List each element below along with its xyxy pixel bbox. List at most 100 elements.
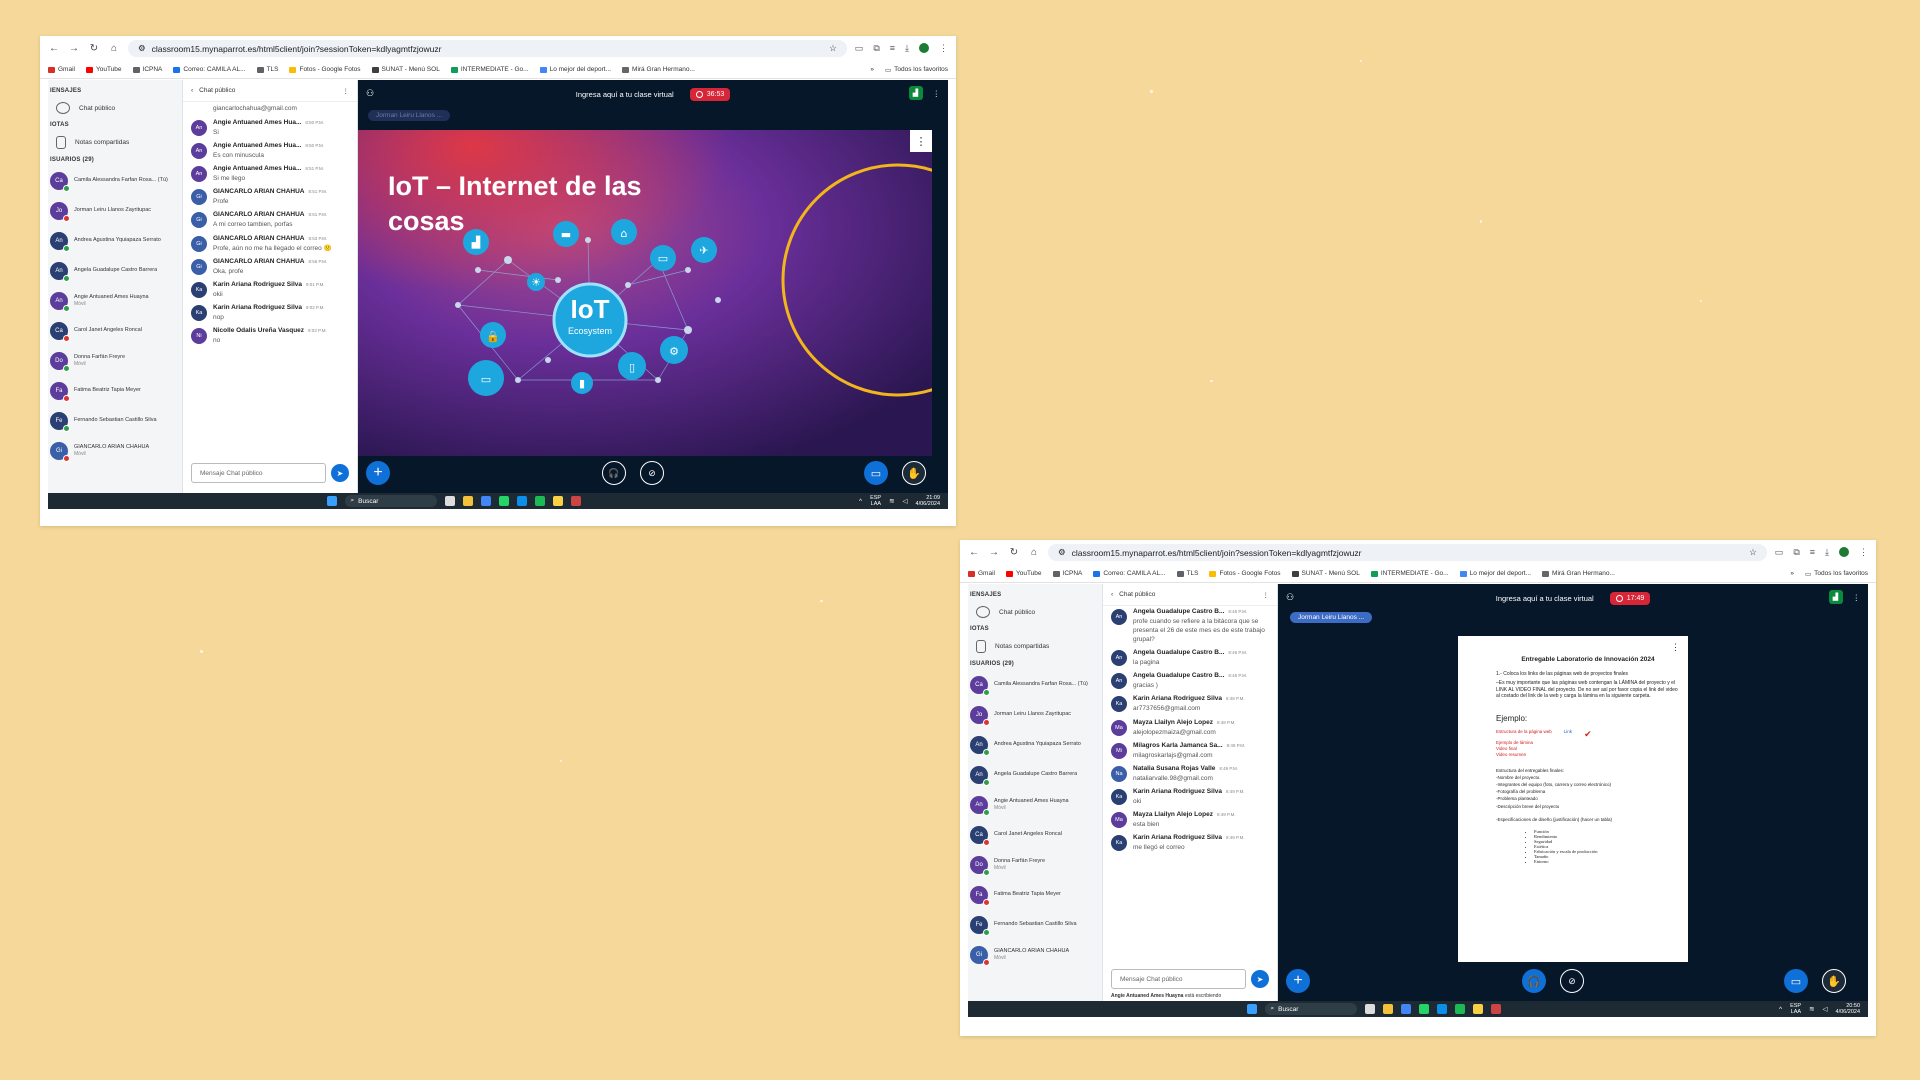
extensions-icon[interactable]: ⧉ bbox=[873, 43, 879, 54]
bookmark-item[interactable]: SUNAT - Menú SOL bbox=[371, 66, 440, 73]
user-list-item[interactable]: Fa Fatima Beatriz Tapia Meyer bbox=[968, 880, 1102, 910]
sidebar-item-shared-notes[interactable]: Notas compartidas bbox=[968, 635, 1102, 658]
file-explorer-icon[interactable] bbox=[1382, 1004, 1393, 1014]
headphones-icon[interactable]: 🎧 bbox=[602, 461, 626, 485]
user-list-item[interactable]: Ca Camila Alessandra Farfan Rosa... (Tú) bbox=[968, 670, 1102, 700]
cast-icon[interactable]: ▭ bbox=[855, 43, 864, 54]
screen-share-icon[interactable]: ▭ bbox=[1784, 969, 1808, 993]
user-list-item[interactable]: An Angela Guadalupe Castro Barrera bbox=[48, 256, 182, 286]
send-button[interactable]: ➤ bbox=[331, 464, 349, 482]
language-indicator[interactable]: ESP LAA bbox=[1790, 1003, 1801, 1015]
volume-icon[interactable]: ◁ bbox=[903, 497, 908, 505]
language-indicator[interactable]: ESP LAA bbox=[870, 495, 881, 507]
reload-icon[interactable]: ↻ bbox=[88, 43, 100, 54]
bookmark-item[interactable]: Gmail bbox=[48, 66, 75, 73]
user-list-item[interactable]: Do Donna Farfán Freyre Móvil bbox=[968, 850, 1102, 880]
recording-timer[interactable]: 17:49 bbox=[1609, 591, 1651, 605]
wifi-icon[interactable]: ≋ bbox=[889, 497, 894, 505]
user-list-item[interactable]: Ca Carol Janet Angeles Roncal bbox=[48, 316, 182, 346]
all-bookmarks[interactable]: ▭ Todos los favoritos bbox=[885, 66, 948, 74]
volume-icon[interactable]: ◁ bbox=[1823, 1005, 1828, 1013]
chevron-left-icon[interactable]: ‹ bbox=[1111, 591, 1113, 598]
clock[interactable]: 21:09 4/06/2024 bbox=[916, 495, 940, 507]
tray-chevron-icon[interactable]: ^ bbox=[859, 498, 862, 505]
chrome-icon[interactable] bbox=[1400, 1004, 1411, 1014]
headphones-icon[interactable]: 🎧 bbox=[1522, 969, 1546, 993]
user-list-item[interactable]: Jo Jorman Leiru Llanos Zayritupac bbox=[968, 700, 1102, 730]
notes-app-icon[interactable] bbox=[1472, 1004, 1483, 1014]
bookmark-item[interactable]: INTERMEDIATE - Go... bbox=[450, 66, 529, 73]
chrome-icon[interactable] bbox=[480, 496, 491, 506]
address-bar[interactable]: ⚙ classroom15.mynaparrot.es/html5client/… bbox=[1048, 544, 1767, 561]
user-list-item[interactable]: Jo Jorman Leiru Llanos Zayritupac bbox=[48, 196, 182, 226]
bookmark-item[interactable]: TLS bbox=[256, 66, 278, 73]
slide-menu-icon[interactable]: ⋮ bbox=[916, 136, 927, 148]
user-list-item[interactable]: An Andrea Agustina Yquiapaza Serrato bbox=[968, 730, 1102, 760]
forward-icon[interactable]: → bbox=[68, 43, 80, 54]
bookmark-item[interactable]: ICPNA bbox=[1052, 570, 1082, 577]
all-bookmarks[interactable]: ▭ Todos los favoritos bbox=[1805, 570, 1868, 578]
more-icon[interactable]: ⋮ bbox=[343, 87, 350, 95]
taskbar-search[interactable]: ⌕ Buscar bbox=[344, 495, 437, 507]
more-icon[interactable]: ⋮ bbox=[939, 43, 948, 54]
user-list-item[interactable]: An Angie Antuaned Ames Huayna Móvil bbox=[968, 790, 1102, 820]
file-explorer-icon[interactable] bbox=[462, 496, 473, 506]
user-list-item[interactable]: Gi GIANCARLO ARIAN CHAHUA Móvil bbox=[968, 940, 1102, 970]
back-icon[interactable]: ← bbox=[968, 547, 980, 558]
raise-hand-icon[interactable]: ✋ bbox=[1822, 969, 1846, 993]
user-list-item[interactable]: Fe Fernando Sebastian Castillo Silva bbox=[48, 406, 182, 436]
taskbar-search[interactable]: ⌕ Buscar bbox=[1264, 1003, 1357, 1015]
chevron-left-icon[interactable]: ‹ bbox=[191, 87, 193, 94]
user-list-item[interactable]: An Andrea Agustina Yquiapaza Serrato bbox=[48, 226, 182, 256]
address-bar[interactable]: ⚙ classroom15.mynaparrot.es/html5client/… bbox=[128, 40, 847, 57]
notes-app-icon[interactable] bbox=[552, 496, 563, 506]
more-icon[interactable]: ⋮ bbox=[1853, 593, 1861, 602]
bookmark-item[interactable]: YouTube bbox=[1005, 570, 1042, 577]
whatsapp-icon[interactable] bbox=[498, 496, 509, 506]
bookmark-item[interactable]: Gmail bbox=[968, 570, 995, 577]
bookmark-item[interactable]: TLS bbox=[1176, 570, 1198, 577]
user-list-item[interactable]: Gi GIANCARLO ARIAN CHAHUA Móvil bbox=[48, 436, 182, 466]
bookmark-item[interactable]: INTERMEDIATE - Go... bbox=[1370, 570, 1449, 577]
user-list-item[interactable]: Do Donna Farfán Freyre Móvil bbox=[48, 346, 182, 376]
chat-input[interactable]: Mensaje Chat público bbox=[1111, 969, 1246, 989]
bookmark-item[interactable]: Lo mejor del deport... bbox=[539, 66, 611, 73]
bookmark-item[interactable]: ICPNA bbox=[132, 66, 162, 73]
spotify-icon[interactable] bbox=[534, 496, 545, 506]
send-button[interactable]: ➤ bbox=[1251, 970, 1269, 988]
connection-status-icon[interactable]: ▟ bbox=[1828, 590, 1843, 604]
bookmark-star-icon[interactable]: ☆ bbox=[1749, 547, 1757, 558]
bookmark-item[interactable]: YouTube bbox=[85, 66, 122, 73]
menu-icon[interactable]: ≡ bbox=[1810, 547, 1815, 558]
tray-chevron-icon[interactable]: ^ bbox=[1779, 1006, 1782, 1013]
bookmark-item[interactable]: Mirá Gran Hermano... bbox=[1542, 570, 1615, 577]
recording-timer[interactable]: 36:53 bbox=[689, 87, 731, 101]
screen-share-icon[interactable]: ▭ bbox=[864, 461, 888, 485]
chat-input[interactable]: Mensaje Chat público bbox=[191, 463, 326, 483]
profile-avatar[interactable] bbox=[919, 43, 929, 53]
user-list-item[interactable]: Ca Camila Alessandra Farfan Rosa... (Tú) bbox=[48, 166, 182, 196]
app-icon[interactable] bbox=[1490, 1004, 1501, 1014]
task-view-icon[interactable] bbox=[444, 496, 455, 506]
bookmark-item[interactable]: Fotos - Google Fotos bbox=[1209, 570, 1281, 577]
forward-icon[interactable]: → bbox=[988, 547, 1000, 558]
extensions-icon[interactable]: ⧉ bbox=[1793, 547, 1799, 558]
bookmark-item[interactable]: Correo: CAMILA AL... bbox=[173, 66, 246, 73]
start-icon[interactable] bbox=[1246, 1004, 1257, 1014]
user-list-item[interactable]: An Angie Antuaned Ames Huayna Móvil bbox=[48, 286, 182, 316]
sidebar-item-public-chat[interactable]: Chat público bbox=[48, 97, 182, 119]
bookmark-item[interactable]: Lo mejor del deport... bbox=[1459, 570, 1531, 577]
user-list-item[interactable]: An Angela Guadalupe Castro Barrera bbox=[968, 760, 1102, 790]
user-list-item[interactable]: Ca Carol Janet Angeles Roncal bbox=[968, 820, 1102, 850]
back-icon[interactable]: ← bbox=[48, 43, 60, 54]
profile-avatar[interactable] bbox=[1839, 547, 1849, 557]
spotify-icon[interactable] bbox=[1454, 1004, 1465, 1014]
camera-off-icon[interactable]: ⊘ bbox=[640, 461, 664, 485]
actions-plus-button[interactable]: + bbox=[1286, 969, 1310, 993]
wifi-icon[interactable]: ≋ bbox=[1809, 1005, 1814, 1013]
raise-hand-icon[interactable]: ✋ bbox=[902, 461, 926, 485]
camera-off-icon[interactable]: ⊘ bbox=[1560, 969, 1584, 993]
more-icon[interactable]: ⋮ bbox=[933, 89, 941, 98]
task-view-icon[interactable] bbox=[1364, 1004, 1375, 1014]
whatsapp-icon[interactable] bbox=[1418, 1004, 1429, 1014]
